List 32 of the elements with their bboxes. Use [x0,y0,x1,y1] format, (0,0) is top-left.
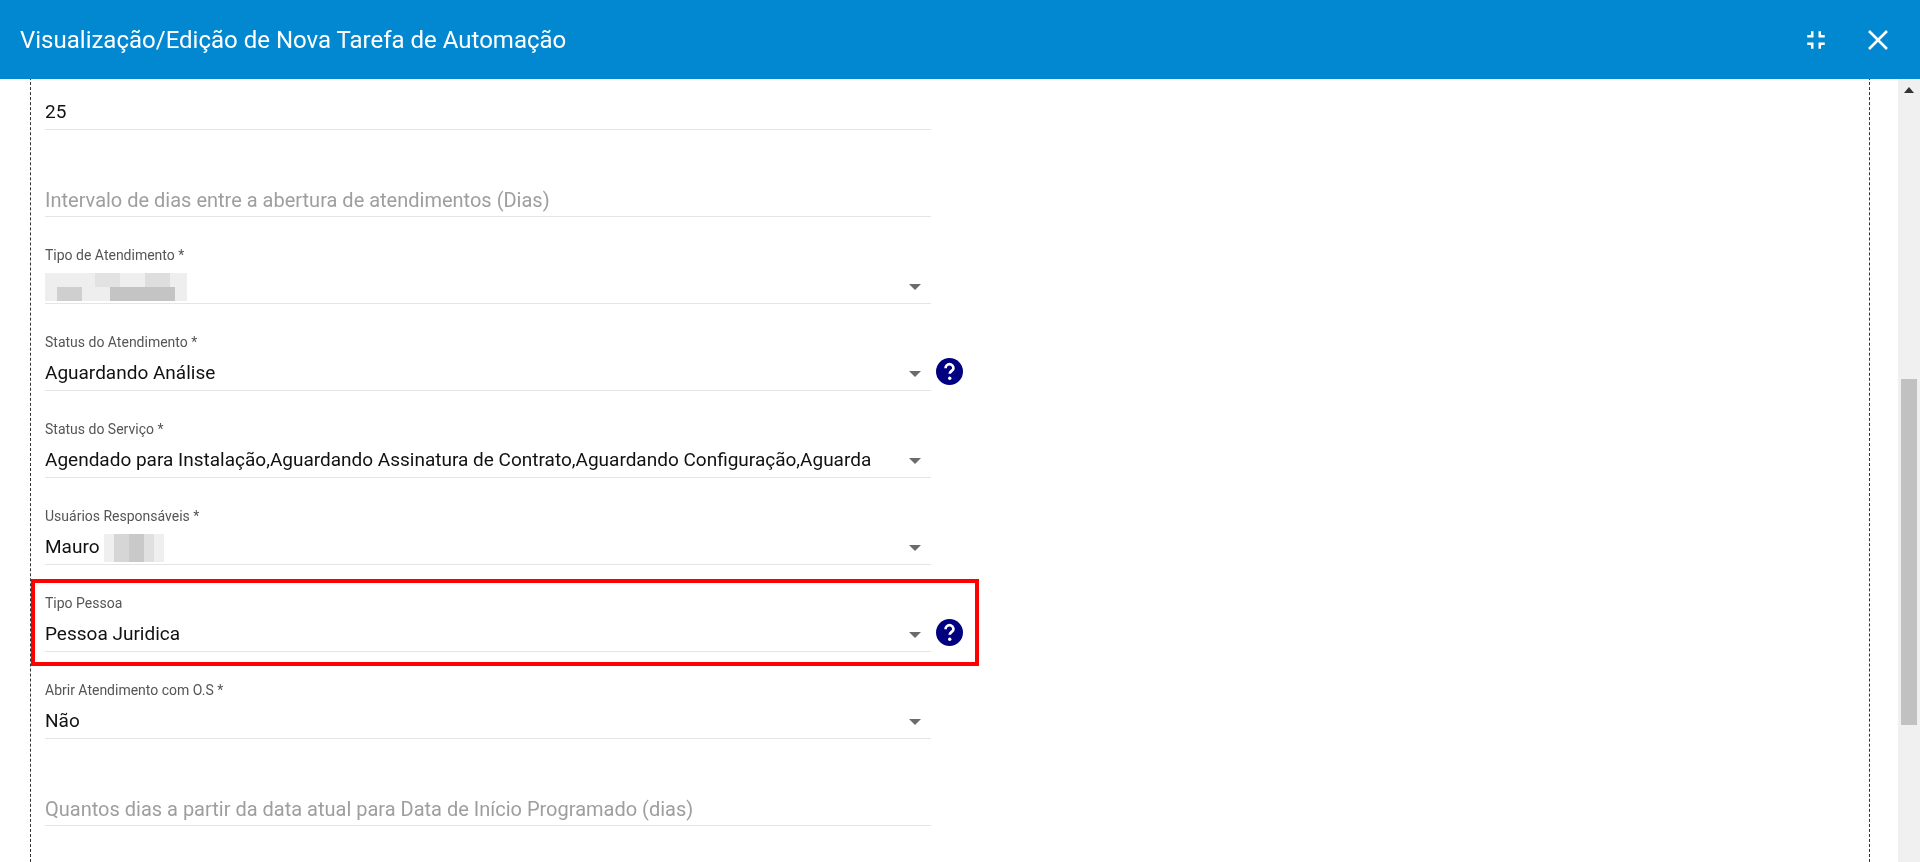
field-label: Status do Serviço * [45,420,165,438]
select-field[interactable]: Mauro [45,531,931,565]
select-field[interactable]: Aguardando Análise [45,357,931,391]
dropdown-caret-icon[interactable] [909,370,921,377]
field-value: Agendado para Instalação,Aguardando Assinatura de Contrato,Aguardando Configuração,Aguarda [45,447,872,474]
help-icon[interactable] [936,619,963,646]
field-value: Não [45,708,80,735]
close-icon[interactable] [1866,27,1890,52]
select-field[interactable] [45,270,931,304]
scrollbar[interactable] [1898,79,1920,862]
field-label: Abrir Atendimento com O.S * [45,681,225,699]
field-value: 25 [45,99,67,126]
field-value: Mauro [45,534,100,561]
field-label: Tipo Pessoa [45,594,124,612]
dropdown-caret-icon[interactable] [909,283,921,290]
select-field[interactable]: Pessoa Juridica [45,618,931,652]
window-title: Visualização/Edição de Nova Tarefa de Automação [20,24,568,56]
dropdown-caret-icon[interactable] [909,718,921,725]
field-label: Tipo de Atendimento * [45,246,186,264]
redacted-block [103,533,164,562]
field-value: Pessoa Juridica [45,621,181,648]
field-label: Status do Atendimento * [45,333,199,351]
field-label: Usuários Responsáveis * [45,507,201,525]
select-field[interactable]: Agendado para Instalação,Aguardando Assinatura de Contrato,Aguardando Configuração,Aguarda [45,444,931,478]
help-icon[interactable] [936,358,963,385]
scroll-up-icon[interactable] [1904,87,1914,93]
dropdown-caret-icon[interactable] [909,457,921,464]
dropdown-caret-icon[interactable] [909,631,921,638]
select-field[interactable]: Não [45,705,931,739]
dropdown-caret-icon[interactable] [909,544,921,551]
input-field[interactable]: 25 [45,96,931,130]
field-value: Aguardando Análise [45,360,216,387]
